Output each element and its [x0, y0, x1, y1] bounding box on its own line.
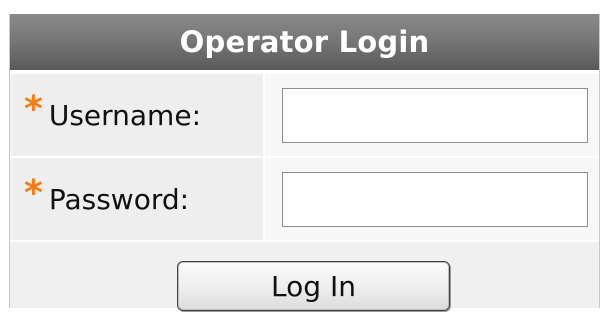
username-input[interactable] — [282, 88, 588, 143]
panel-title: Operator Login — [10, 14, 599, 70]
password-row: * Password: — [10, 158, 599, 240]
password-label-cell: * Password: — [14, 158, 265, 240]
username-input-cell — [265, 74, 599, 156]
required-asterisk-icon: * — [24, 88, 43, 130]
username-row: * Username: — [10, 74, 599, 156]
operator-login-panel: Operator Login * Username: * Password: L… — [9, 14, 600, 311]
password-input-cell — [265, 158, 599, 240]
username-label-cell: * Username: — [14, 74, 265, 156]
password-input[interactable] — [282, 172, 588, 227]
password-label: Password: — [48, 182, 190, 216]
button-row: Log In — [10, 242, 599, 311]
username-label: Username: — [48, 98, 201, 132]
login-button[interactable]: Log In — [177, 261, 450, 311]
required-asterisk-icon: * — [24, 172, 43, 214]
